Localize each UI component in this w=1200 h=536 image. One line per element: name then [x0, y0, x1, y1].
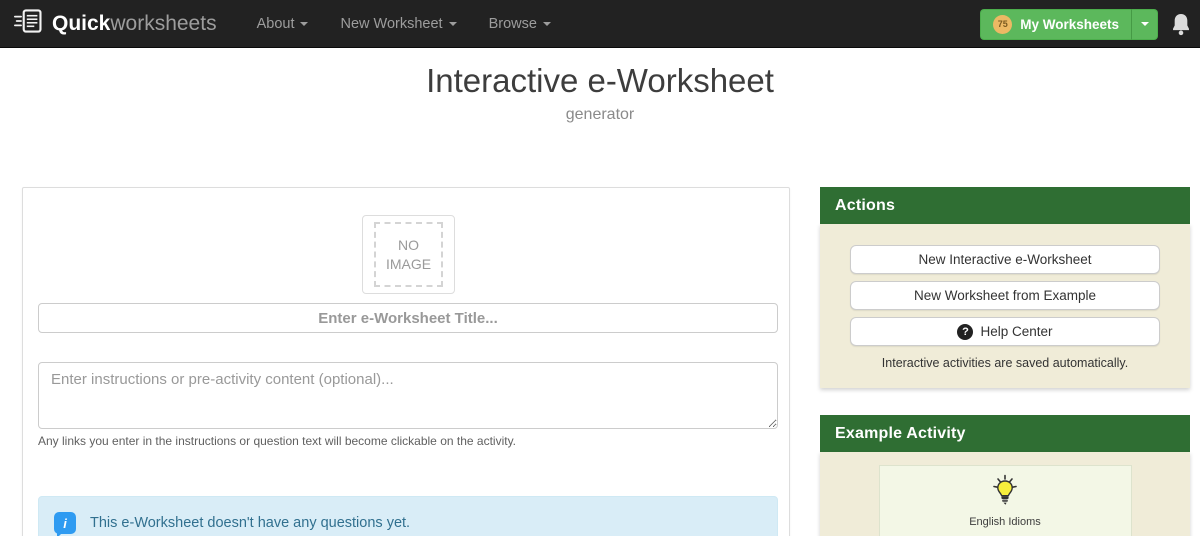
nav-item-about[interactable]: About — [241, 0, 325, 48]
chevron-down-icon — [543, 22, 551, 26]
nav-links: About New Worksheet Browse — [241, 0, 567, 48]
nav-item-label: Browse — [489, 0, 537, 48]
chevron-down-icon — [1141, 22, 1149, 26]
brand-bold-text: Quick — [52, 12, 110, 35]
question-mark-icon: ? — [957, 324, 973, 340]
logo-icon — [14, 7, 44, 40]
nav-item-browse[interactable]: Browse — [473, 0, 567, 48]
new-interactive-worksheet-button[interactable]: New Interactive e-Worksheet — [850, 245, 1160, 274]
button-label: New Worksheet from Example — [914, 288, 1096, 303]
no-image-placeholder: NO IMAGE — [374, 222, 443, 287]
image-upload-box[interactable]: NO IMAGE — [362, 215, 455, 294]
help-center-button[interactable]: ? Help Center — [850, 317, 1160, 346]
my-worksheets-button[interactable]: 75 My Worksheets — [980, 9, 1131, 40]
brand-title: Quickworksheets — [52, 0, 217, 48]
worksheet-editor-card: NO IMAGE Any links you enter in the inst… — [22, 187, 790, 536]
button-label: Help Center — [980, 324, 1052, 339]
example-activity-header: Example Activity — [820, 415, 1190, 452]
chevron-down-icon — [449, 22, 457, 26]
nav-item-label: About — [257, 0, 295, 48]
example-activity-card[interactable]: English Idioms — [879, 465, 1132, 536]
worksheet-title-input[interactable] — [38, 303, 778, 333]
example-activity-body: English Idioms — [820, 452, 1190, 536]
lightbulb-icon — [986, 473, 1024, 514]
example-activity-label: English Idioms — [969, 516, 1041, 528]
no-questions-alert-text: This e-Worksheet doesn't have any questi… — [90, 515, 410, 531]
no-questions-alert: i This e-Worksheet doesn't have any ques… — [38, 496, 778, 536]
brand-link[interactable]: Quickworksheets — [14, 0, 217, 48]
actions-panel-body: New Interactive e-Worksheet New Workshee… — [820, 224, 1190, 388]
notifications-bell-icon[interactable] — [1170, 12, 1192, 37]
page: Quickworksheets About New Worksheet Brow… — [0, 0, 1200, 536]
worksheet-count-badge: 75 — [993, 15, 1012, 34]
page-title: Interactive e-Worksheet — [0, 62, 1200, 100]
nav-item-new-worksheet[interactable]: New Worksheet — [324, 0, 472, 48]
my-worksheets-dropdown-toggle[interactable] — [1131, 9, 1158, 40]
links-hint: Any links you enter in the instructions … — [38, 434, 516, 448]
example-activity-panel: Example Activity — [820, 415, 1190, 536]
chevron-down-icon — [300, 22, 308, 26]
button-label: New Interactive e-Worksheet — [918, 252, 1091, 267]
navbar: Quickworksheets About New Worksheet Brow… — [0, 0, 1200, 48]
nav-item-label: New Worksheet — [340, 0, 442, 48]
navbar-right: 75 My Worksheets — [980, 0, 1194, 48]
my-worksheets-button-group: 75 My Worksheets — [980, 9, 1158, 40]
instructions-textarea[interactable] — [38, 362, 778, 429]
actions-panel-header: Actions — [820, 187, 1190, 224]
my-worksheets-label: My Worksheets — [1020, 17, 1119, 32]
brand-light-text: worksheets — [110, 12, 216, 35]
new-worksheet-from-example-button[interactable]: New Worksheet from Example — [850, 281, 1160, 310]
info-icon: i — [54, 512, 76, 534]
autosave-note: Interactive activities are saved automat… — [850, 356, 1160, 370]
page-subtitle: generator — [0, 106, 1200, 124]
actions-panel: Actions New Interactive e-Worksheet New … — [820, 187, 1190, 388]
